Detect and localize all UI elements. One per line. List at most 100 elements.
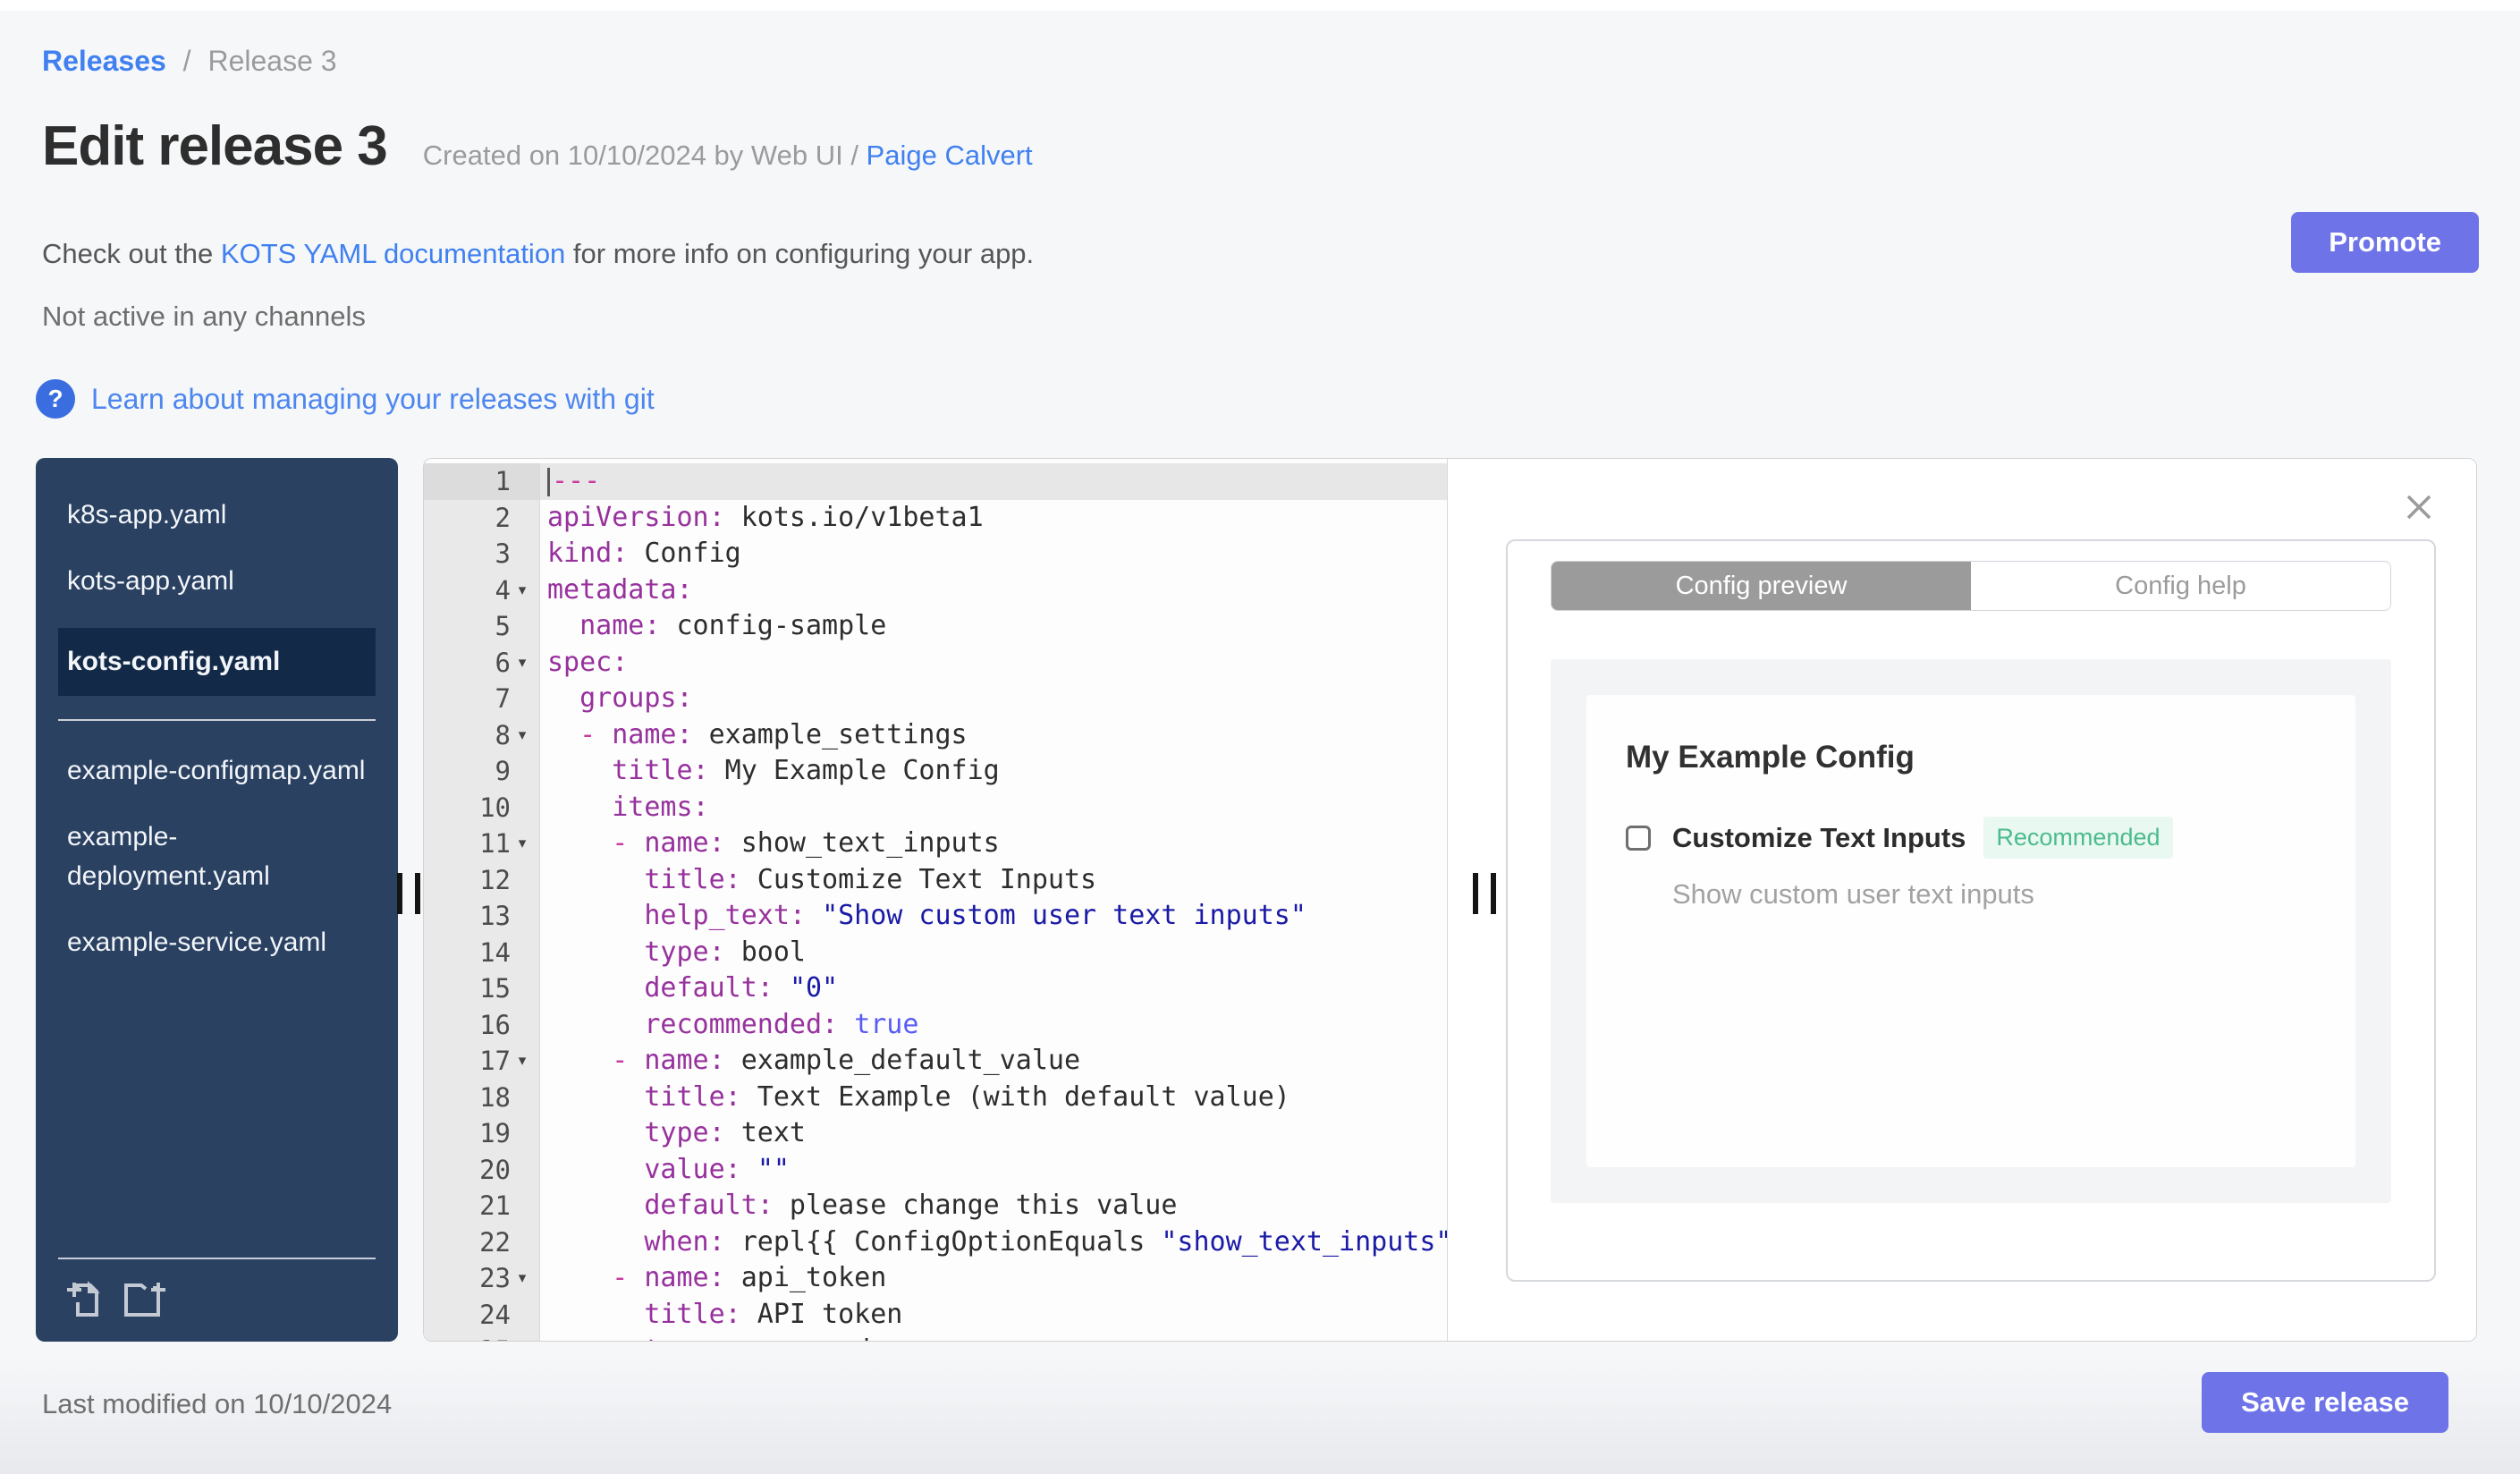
gutter-line-23: 23 ▾	[424, 1260, 540, 1297]
text-cursor	[547, 467, 550, 496]
file-item-k8s-app.yaml[interactable]: k8s-app.yaml	[58, 496, 376, 535]
gutter-line-19: 19	[424, 1115, 540, 1152]
close-icon[interactable]	[2403, 491, 2435, 523]
new-file-icon[interactable]	[65, 1277, 106, 1318]
code-content[interactable]: title: API token	[540, 1297, 1447, 1334]
code-line-16[interactable]: 16 recommended: true	[424, 1006, 1447, 1044]
promote-button[interactable]: Promote	[2291, 212, 2479, 273]
code-line-7[interactable]: 7 groups:	[424, 681, 1447, 717]
code-content[interactable]: when: repl{{ ConfigOptionEquals "show_te…	[540, 1224, 1447, 1261]
release-editor-page: Releases / Release 3 Edit release 3 Crea…	[0, 0, 2520, 1474]
code-content[interactable]: title: My Example Config	[540, 753, 1447, 790]
code-line-22[interactable]: 22 when: repl{{ ConfigOptionEquals "show…	[424, 1224, 1447, 1261]
code-content[interactable]: - name: api_token	[540, 1260, 1447, 1297]
code-line-15[interactable]: 15 default: "0"	[424, 970, 1447, 1007]
breadcrumb-link-releases[interactable]: Releases	[42, 45, 166, 77]
code-line-17[interactable]: 17 ▾ - name: example_default_value	[424, 1043, 1447, 1080]
file-item-example-configmap.yaml[interactable]: example-configmap.yaml	[58, 751, 376, 791]
code-content[interactable]: recommended: true	[540, 1007, 1447, 1044]
code-line-24[interactable]: 24 title: API token	[424, 1296, 1447, 1334]
code-line-10[interactable]: 10 items:	[424, 789, 1447, 826]
fold-arrow-icon[interactable]: ▾	[511, 581, 534, 599]
code-content[interactable]: ---	[540, 463, 1447, 500]
kots-docs-link[interactable]: KOTS YAML documentation	[221, 238, 565, 269]
code-line-18[interactable]: 18 title: Text Example (with default val…	[424, 1079, 1447, 1116]
line-number: 6	[495, 647, 511, 678]
code-line-11[interactable]: 11 ▾ - name: show_text_inputs	[424, 826, 1447, 862]
gutter-line-18: 18	[424, 1079, 540, 1115]
yaml-editor[interactable]: 1 --- 2 apiVersion: kots.io/v1beta1 3 kind: C…	[424, 459, 1448, 1341]
file-item-kots-config.yaml[interactable]: kots-config.yaml	[58, 628, 376, 696]
code-content[interactable]: type: bool	[540, 935, 1447, 971]
fold-arrow-icon[interactable]: ▾	[511, 1269, 534, 1287]
line-number: 24	[479, 1299, 511, 1330]
code-line-25[interactable]: 25 type: password	[424, 1333, 1447, 1341]
line-number: 19	[479, 1118, 511, 1148]
code-content[interactable]: - name: example_settings	[540, 717, 1447, 754]
gutter-line-15: 15	[424, 970, 540, 1007]
line-number: 1	[495, 466, 511, 496]
code-line-8[interactable]: 8 ▾ - name: example_settings	[424, 716, 1447, 754]
code-content[interactable]: help_text: "Show custom user text inputs…	[540, 898, 1447, 935]
file-item-example-deployment.yaml[interactable]: example-deployment.yaml	[58, 817, 376, 896]
editor-card: 1 --- 2 apiVersion: kots.io/v1beta1 3 kind: C…	[423, 458, 2477, 1342]
code-line-4[interactable]: 4 ▾ metadata:	[424, 572, 1447, 609]
sidebar-resize-handle[interactable]	[397, 873, 420, 914]
code-line-14[interactable]: 14 type: bool	[424, 934, 1447, 971]
config-preview-area: My Example Config Customize Text Inputs …	[1551, 659, 2391, 1203]
line-number: 9	[495, 756, 511, 786]
code-content[interactable]: - name: show_text_inputs	[540, 826, 1447, 862]
code-line-2[interactable]: 2 apiVersion: kots.io/v1beta1	[424, 499, 1447, 537]
code-content[interactable]: groups:	[540, 681, 1447, 717]
code-content[interactable]: kind: Config	[540, 536, 1447, 572]
author-link[interactable]: Paige Calvert	[867, 140, 1033, 171]
code-line-20[interactable]: 20 value: ""	[424, 1151, 1447, 1189]
code-content[interactable]: type: text	[540, 1115, 1447, 1152]
code-content[interactable]: items:	[540, 790, 1447, 826]
code-content[interactable]: - name: example_default_value	[540, 1043, 1447, 1080]
code-line-5[interactable]: 5 name: config-sample	[424, 608, 1447, 645]
preview-resize-handle[interactable]	[1473, 873, 1496, 914]
config-box: Config preview Config help My Example Co…	[1506, 539, 2436, 1282]
line-number: 7	[495, 683, 511, 714]
line-number: 15	[479, 973, 511, 1004]
fold-arrow-icon[interactable]: ▾	[511, 1052, 534, 1070]
code-line-9[interactable]: 9 title: My Example Config	[424, 753, 1447, 790]
code-line-23[interactable]: 23 ▾ - name: api_token	[424, 1260, 1447, 1297]
code-content[interactable]: metadata:	[540, 572, 1447, 609]
gutter-line-10: 10	[424, 789, 540, 826]
code-content[interactable]: apiVersion: kots.io/v1beta1	[540, 500, 1447, 537]
code-content[interactable]: default: "0"	[540, 970, 1447, 1007]
code-content[interactable]: default: please change this value	[540, 1188, 1447, 1224]
line-number: 23	[479, 1263, 511, 1293]
file-item-kots-app.yaml[interactable]: kots-app.yaml	[58, 562, 376, 601]
code-line-21[interactable]: 21 default: please change this value	[424, 1188, 1447, 1224]
tab-config-help[interactable]: Config help	[1971, 562, 2390, 610]
tab-config-preview[interactable]: Config preview	[1552, 562, 1971, 610]
gutter-line-21: 21	[424, 1188, 540, 1224]
fold-arrow-icon[interactable]: ▾	[511, 834, 534, 852]
line-number: 18	[479, 1081, 511, 1113]
config-group-title: My Example Config	[1626, 740, 1915, 775]
code-line-13[interactable]: 13 help_text: "Show custom user text inp…	[424, 898, 1447, 935]
code-content[interactable]: value: ""	[540, 1152, 1447, 1189]
code-content[interactable]: title: Text Example (with default value)	[540, 1080, 1447, 1116]
fold-arrow-icon[interactable]: ▾	[511, 726, 534, 744]
code-line-12[interactable]: 12 title: Customize Text Inputs	[424, 861, 1447, 899]
code-content[interactable]: spec:	[540, 645, 1447, 682]
docs-post: for more info on configuring your app.	[565, 238, 1035, 269]
fold-arrow-icon[interactable]: ▾	[511, 654, 534, 672]
code-line-3[interactable]: 3 kind: Config	[424, 536, 1447, 572]
config-preview-panel: Config preview Config help My Example Co…	[1448, 459, 2476, 1341]
code-content[interactable]: title: Customize Text Inputs	[540, 862, 1447, 899]
git-releases-link[interactable]: Learn about managing your releases with …	[91, 383, 655, 416]
code-content[interactable]: type: password	[540, 1333, 1447, 1341]
code-line-6[interactable]: 6 ▾ spec:	[424, 644, 1447, 682]
save-release-button[interactable]: Save release	[2202, 1372, 2448, 1433]
file-item-example-service.yaml[interactable]: example-service.yaml	[58, 923, 376, 962]
code-line-1[interactable]: 1 ---	[424, 463, 1447, 500]
customize-text-inputs-checkbox[interactable]	[1626, 825, 1651, 851]
new-folder-icon[interactable]	[123, 1277, 169, 1318]
code-line-19[interactable]: 19 type: text	[424, 1115, 1447, 1152]
code-content[interactable]: name: config-sample	[540, 608, 1447, 645]
